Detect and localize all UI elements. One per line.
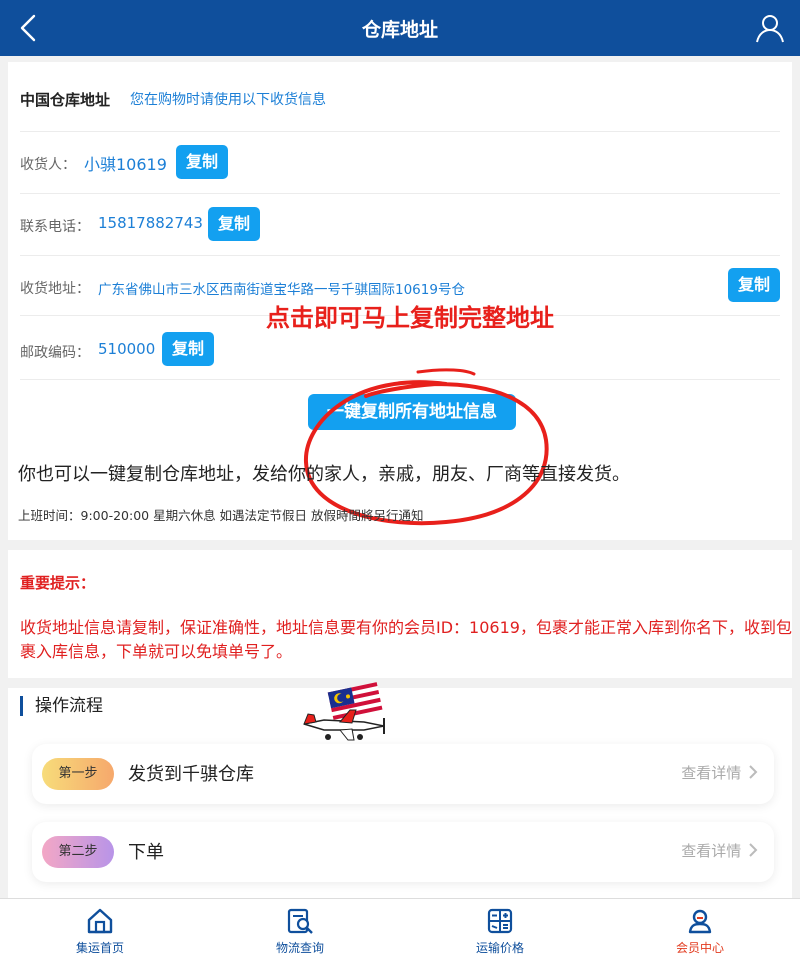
step-more-label-1: 查看详情 <box>681 764 742 782</box>
step-card-1[interactable]: 第一步 发货到千骐仓库 查看详情 <box>32 744 774 804</box>
address-heading-row: 中国仓库地址 您在购物时请使用以下收货信息 <box>20 62 780 132</box>
tab-home-label: 集运首页 <box>75 941 124 955</box>
phone-row: 联系电话： 15817882743 复制 <box>20 194 780 256</box>
app-screen: 仓库地址 中国仓库地址 您在购物时请使用以下收货信息 收货人： 小骐10619 … <box>0 0 800 960</box>
copy-description: 你也可以一键复制仓库地址，发给你的家人，亲戚，朋友、厂商等直接发货。 <box>18 464 630 485</box>
address-hint: 您在购物时请使用以下收货信息 <box>130 92 326 108</box>
copy-annotation-text: 点击即可马上复制完整地址 <box>266 304 554 332</box>
calculator-icon <box>487 908 513 934</box>
copy-phone-button[interactable]: 复制 <box>208 207 261 241</box>
address-label: 收货地址： <box>20 281 90 297</box>
tab-member-label: 会员中心 <box>675 941 724 955</box>
step-card-2[interactable]: 第二步 下单 查看详情 <box>32 822 774 882</box>
tab-member[interactable]: 会员中心 <box>600 899 800 960</box>
notice-title: 重要提示： <box>20 574 96 592</box>
top-navigation-bar: 仓库地址 <box>0 0 800 56</box>
important-notice-card: 重要提示： 收货地址信息请复制，保证准确性，地址信息要有你的会员ID：10619… <box>8 550 792 678</box>
address-heading: 中国仓库地址 <box>20 91 111 109</box>
chevron-right-icon <box>749 843 758 857</box>
postcode-value: 510000 <box>98 340 156 358</box>
tab-logistics-label: 物流查询 <box>275 941 324 955</box>
page-title: 仓库地址 <box>361 19 438 41</box>
bottom-tab-bar: 集运首页 物流查询 运输价格 会员中心 <box>0 898 800 960</box>
address-value: 广东省佛山市三水区西南街道宝华路一号千骐国际10619号仓 <box>98 282 465 298</box>
process-card: 操作流程 第一步 发货到千骐仓库 查看详情 第二步 下单 查看详情 <box>8 682 792 900</box>
phone-value: 15817882743 <box>98 214 203 232</box>
office-hours: 上班时间：9:00-20:00 星期六休息 如遇法定节假日 放假時間將另行通知 <box>18 508 424 523</box>
recipient-row: 收货人： 小骐10619 复制 <box>20 132 780 194</box>
recipient-label: 收货人： <box>20 157 76 173</box>
notice-body: 收货地址信息请复制，保证准确性，地址信息要有你的会员ID：10619，包裹才能正… <box>20 618 792 661</box>
copy-address-button[interactable]: 复制 <box>728 268 780 302</box>
chevron-right-icon <box>749 765 758 779</box>
home-icon <box>87 908 113 934</box>
process-title: 操作流程 <box>20 696 103 716</box>
user-icon[interactable] <box>754 12 786 44</box>
step-badge-2: 第二步 <box>42 836 114 868</box>
phone-label: 联系电话： <box>20 219 90 235</box>
recipient-value: 小骐10619 <box>84 155 167 174</box>
tab-home[interactable]: 集运首页 <box>0 899 200 960</box>
step-title-2: 下单 <box>128 842 164 863</box>
step-badge-1: 第一步 <box>42 758 114 790</box>
tab-pricing[interactable]: 运输价格 <box>400 899 600 960</box>
postcode-label: 邮政编码： <box>20 345 90 361</box>
step-more-2[interactable]: 查看详情 <box>681 840 758 861</box>
copy-postcode-button[interactable]: 复制 <box>162 332 215 366</box>
tab-logistics[interactable]: 物流查询 <box>200 899 400 960</box>
warehouse-address-card: 中国仓库地址 您在购物时请使用以下收货信息 收货人： 小骐10619 复制 联系… <box>8 62 792 540</box>
member-icon <box>688 909 712 934</box>
tab-pricing-label: 运输价格 <box>475 941 524 955</box>
logistics-search-icon <box>287 908 313 934</box>
copy-recipient-button[interactable]: 复制 <box>176 145 229 179</box>
malaysia-flag-plane-icon <box>303 682 385 741</box>
step-more-label-2: 查看详情 <box>681 842 742 860</box>
step-more-1[interactable]: 查看详情 <box>681 762 758 783</box>
step-title-1: 发货到千骐仓库 <box>128 764 254 785</box>
